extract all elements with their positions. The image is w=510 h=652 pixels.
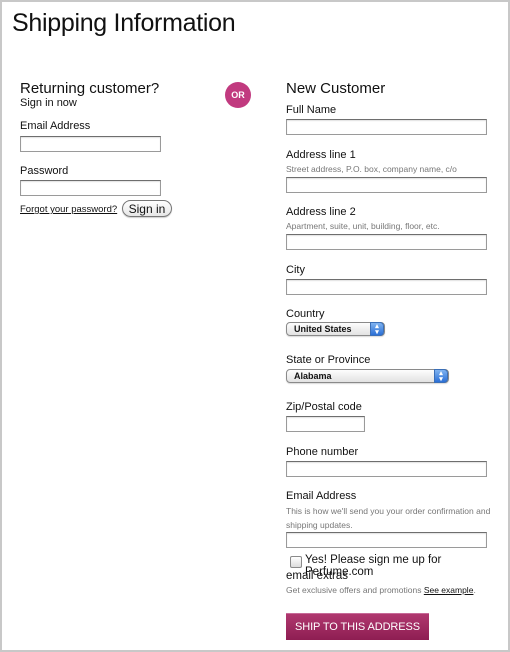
newsletter-label-line2: email extras: [286, 570, 348, 582]
country-selected-value: United States: [294, 324, 352, 334]
phone-label: Phone number: [286, 446, 359, 458]
state-label: State or Province: [286, 354, 371, 366]
password-label: Password: [20, 165, 69, 177]
select-arrows-icon: ▴ ▾: [434, 369, 448, 383]
promo-text-suffix: .: [473, 585, 476, 595]
address2-hint: Apartment, suite, unit, building, floor,…: [286, 221, 440, 231]
ship-to-address-button[interactable]: SHIP TO THIS ADDRESS: [286, 613, 429, 640]
password-input[interactable]: [20, 180, 161, 196]
address1-input[interactable]: [286, 177, 487, 193]
see-example-link[interactable]: See example: [424, 585, 474, 595]
zip-label: Zip/Postal code: [286, 401, 362, 413]
promo-text: Get exclusive offers and promotions See …: [286, 585, 476, 595]
sign-in-subheading: Sign in now: [20, 97, 77, 109]
new-email-label: Email Address: [286, 490, 357, 502]
zip-input[interactable]: [286, 416, 365, 432]
country-select[interactable]: United States ▴ ▾: [286, 322, 385, 336]
returning-email-label: Email Address: [20, 120, 91, 132]
or-badge: OR: [225, 82, 251, 108]
new-email-input[interactable]: [286, 532, 487, 548]
page-title: Shipping Information: [12, 9, 236, 37]
address2-label: Address line 2: [286, 206, 356, 218]
phone-input[interactable]: [286, 461, 487, 477]
newsletter-checkbox[interactable]: [290, 556, 302, 568]
country-label: Country: [286, 308, 325, 320]
returning-customer-heading: Returning customer?: [20, 80, 160, 97]
forgot-password-link[interactable]: Forgot your password?: [20, 204, 117, 215]
state-select[interactable]: Alabama ▴ ▾: [286, 369, 449, 383]
city-input[interactable]: [286, 279, 487, 295]
new-customer-heading: New Customer: [286, 80, 386, 97]
full-name-label: Full Name: [286, 104, 337, 116]
promo-text-body: Get exclusive offers and promotions: [286, 585, 424, 595]
city-label: City: [286, 264, 305, 276]
state-selected-value: Alabama: [294, 371, 332, 381]
email-hint-line2: shipping updates.: [286, 520, 353, 530]
sign-in-button[interactable]: Sign in: [122, 200, 172, 217]
address1-label: Address line 1: [286, 149, 356, 161]
address2-input[interactable]: [286, 234, 487, 250]
full-name-input[interactable]: [286, 119, 487, 135]
email-hint-line1: This is how we'll send you your order co…: [286, 506, 491, 516]
address1-hint: Street address, P.O. box, company name, …: [286, 164, 457, 174]
returning-email-input[interactable]: [20, 136, 161, 152]
select-arrows-icon: ▴ ▾: [370, 322, 384, 336]
